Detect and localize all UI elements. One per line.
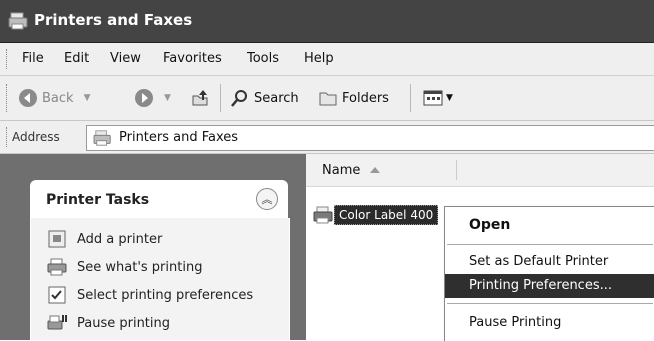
task-pause-printing[interactable]: Pause printing [47,312,170,334]
context-menu-open[interactable]: Open [445,213,654,237]
printer-queue-icon [47,258,67,276]
context-menu-pause-printing[interactable]: Pause Printing [445,311,654,335]
menu-help[interactable]: Help [304,51,334,66]
toolbar-grip[interactable] [6,84,9,112]
views-icon [423,90,443,106]
search-label: Search [254,90,299,106]
back-arrow-icon [19,89,37,107]
menu-grip[interactable] [6,49,9,69]
standard-toolbar: Back ▼ ▼ Search Folders ▼ [0,76,654,121]
menu-item-label: Printing Preferences... [469,278,612,293]
task-label: Pause printing [77,315,171,331]
menu-tools[interactable]: Tools [247,51,279,66]
views-button[interactable]: ▼ [422,86,453,110]
forward-dropdown-icon: ▼ [164,93,171,103]
address-value: Printers and Faxes [119,130,239,145]
task-see-printing[interactable]: See what's printing [47,256,202,278]
preferences-icon [48,286,66,304]
back-label: Back [42,90,74,106]
menu-item-label: Open [469,217,511,233]
address-label: Address [12,130,60,144]
search-button[interactable]: Search [230,86,299,110]
menu-item-label: Set as Default Printer [469,254,609,269]
sort-ascending-icon [370,167,380,173]
printer-tasks-title: Printer Tasks [46,192,150,208]
views-dropdown-icon: ▼ [446,93,453,103]
context-menu-set-default[interactable]: Set as Default Printer [445,250,654,274]
context-menu: Open Set as Default Printer Printing Pre… [444,206,654,341]
toolbar-separator [410,84,411,112]
back-dropdown-icon: ▼ [83,93,91,103]
address-grip[interactable] [6,127,9,147]
address-field[interactable]: Printers and Faxes [86,125,654,151]
forward-arrow-icon [135,89,153,107]
folders-button[interactable]: Folders [318,86,389,110]
menu-file[interactable]: File [22,51,44,66]
pause-printer-icon [47,315,67,330]
toolbar-separator [220,84,221,112]
search-icon [231,90,247,107]
list-item[interactable]: Color Label 400 [312,204,439,226]
menu-item-label: Pause Printing [469,315,562,330]
printers-folder-icon [93,130,111,146]
menu-view[interactable]: View [110,51,141,66]
menu-separator [447,303,653,304]
add-printer-icon [48,230,66,248]
menu-bar: File Edit View Favorites Tools Help [0,43,654,76]
forward-button[interactable]: ▼ [134,86,171,110]
window-title: Printers and Faxes [34,11,193,29]
task-select-preferences[interactable]: Select printing preferences [47,284,253,306]
address-bar: Address Printers and Faxes [0,121,654,154]
task-label: Select printing preferences [77,287,254,303]
menu-favorites[interactable]: Favorites [163,51,222,66]
collapse-chevron-icon[interactable]: ︽ [256,188,278,210]
title-bar: Printers and Faxes [0,0,654,43]
task-pane: Printer Tasks ︽ Add a printer See what's… [0,154,306,340]
task-add-printer[interactable]: Add a printer [47,228,162,250]
printers-folder-icon [8,12,28,30]
column-divider[interactable] [456,160,457,180]
folders-label: Folders [342,90,389,106]
column-label: Name [322,163,361,178]
up-folder-icon [192,90,208,106]
task-label: Add a printer [77,231,163,247]
name-column-header[interactable]: Name [306,154,654,187]
back-button[interactable]: Back ▼ [18,86,90,110]
printer-tasks-body: Add a printer See what's printing Select… [30,218,290,340]
printer-tasks-header[interactable]: Printer Tasks ︽ [30,180,288,218]
printer-name: Color Label 400 [334,205,439,225]
folders-icon [319,92,337,106]
menu-edit[interactable]: Edit [64,51,89,66]
menu-separator [447,244,653,245]
context-menu-printing-preferences[interactable]: Printing Preferences... [445,274,654,298]
task-label: See what's printing [77,259,203,275]
printer-icon [313,206,333,224]
up-folder-button[interactable] [190,86,210,110]
